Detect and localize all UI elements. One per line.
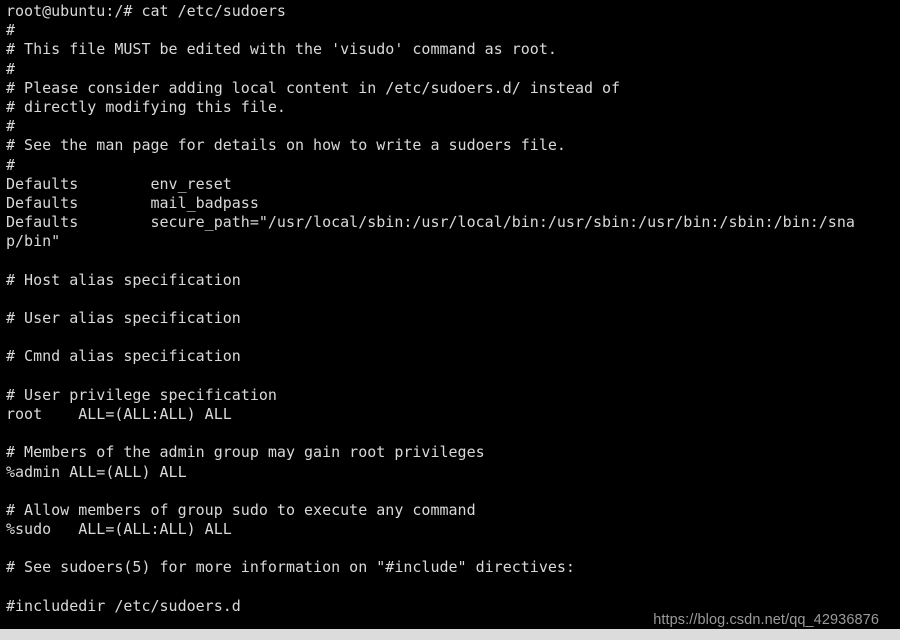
terminal-output: root@ubuntu:/# cat /etc/sudoers # # This f… [6,2,900,616]
terminal-window[interactable]: root@ubuntu:/# cat /etc/sudoers # # This f… [0,0,900,629]
terminal-line: # Members of the admin group may gain ro… [6,443,485,462]
desktop-taskbar-strip[interactable] [0,629,900,640]
terminal-line: # directly modifying this file. [6,97,286,116]
terminal-line: # User privilege specification [6,385,277,404]
terminal-line: %sudo ALL=(ALL:ALL) ALL [6,520,232,539]
terminal-line: Defaults env_reset [6,174,232,193]
terminal-line: # Host alias specification [6,270,241,289]
screenshot-root: root@ubuntu:/# cat /etc/sudoers # # This f… [0,0,900,640]
terminal-line: # [6,117,16,136]
terminal-line: # See the man page for details on how to… [6,136,566,155]
terminal-line: # Cmnd alias specification [6,347,241,366]
terminal-line: p/bin" [6,232,61,251]
terminal-line: Defaults secure_path="/usr/local/sbin:/u… [6,213,855,232]
terminal-line: # [6,155,16,174]
terminal-line: # This file MUST be edited with the 'vis… [6,40,557,59]
terminal-line: # [6,59,16,78]
terminal-line: root ALL=(ALL:ALL) ALL [6,404,232,423]
terminal-line: # Allow members of group sudo to execute… [6,500,476,519]
terminal-line: # User alias specification [6,309,241,327]
terminal-line: # [6,21,16,40]
terminal-line: Defaults mail_badpass [6,193,259,212]
terminal-line: root@ubuntu:/# cat /etc/sudoers [6,2,286,20]
terminal-line: # See sudoers(5) for more information on… [6,558,575,577]
terminal-line: # Please consider adding local content i… [6,78,621,97]
terminal-line: %admin ALL=(ALL) ALL [6,462,187,481]
watermark-url: https://blog.csdn.net/qq_42936876 [653,612,879,628]
